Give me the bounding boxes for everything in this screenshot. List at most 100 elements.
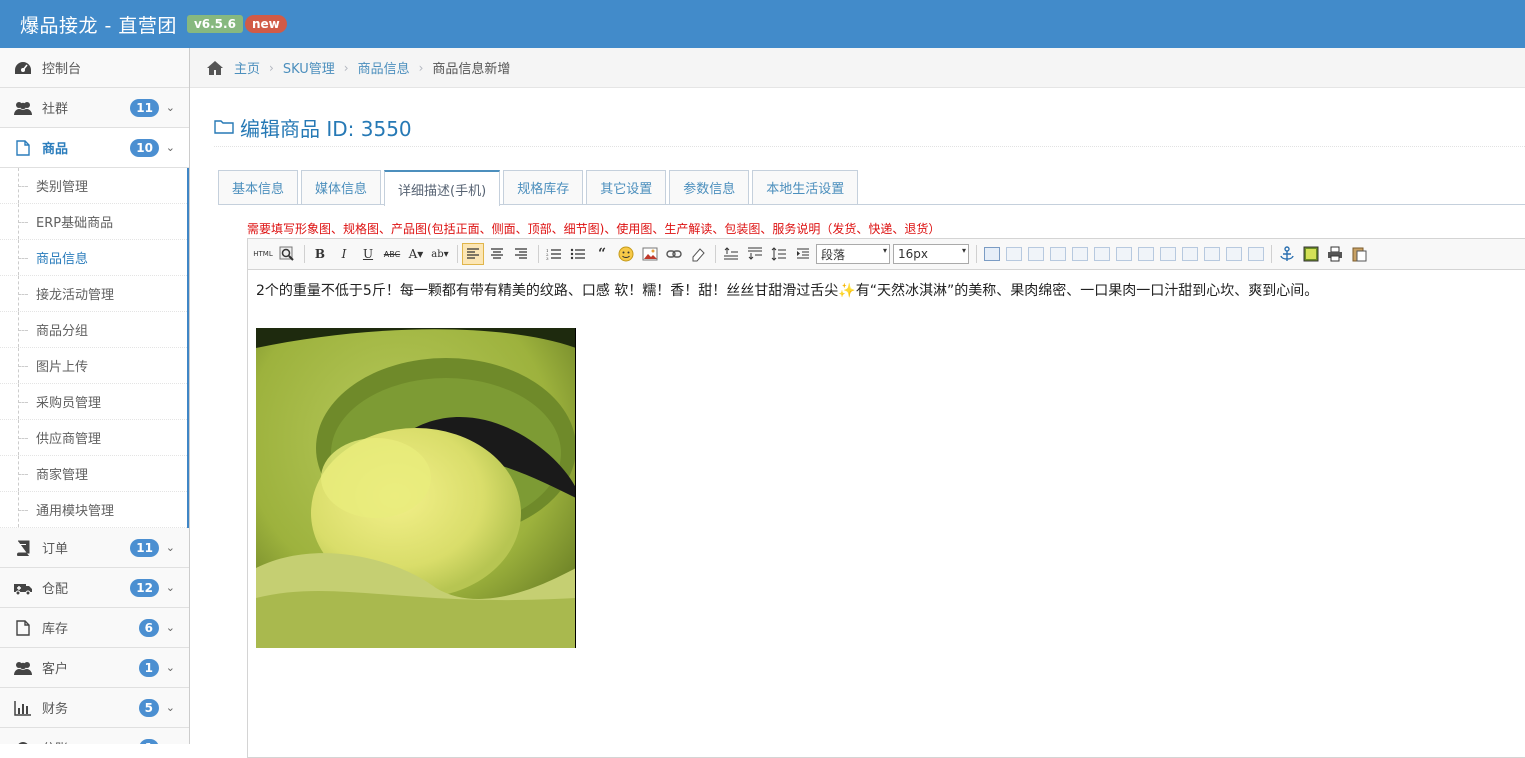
tab-basic-info[interactable]: 基本信息	[218, 170, 299, 204]
sidebar-item-label: 仓配	[42, 582, 69, 597]
bar-chart-icon	[12, 699, 34, 717]
insert-row-icon[interactable]	[1050, 247, 1066, 261]
print-icon[interactable]	[1324, 243, 1346, 265]
emoji-icon[interactable]	[615, 243, 637, 265]
sidebar: 控制台 社群 11 ⌄ 商品 10 ⌄ 类别管理 ERP基础商品 商品信息 接龙…	[0, 48, 190, 744]
svg-text:3: 3	[546, 256, 549, 260]
chevron-down-icon: ⌄	[165, 621, 175, 634]
sidebar-item-label: 财务	[42, 702, 69, 717]
tab-other-settings[interactable]: 其它设置	[586, 170, 667, 204]
align-right-icon[interactable]	[510, 243, 532, 265]
tab-media-info[interactable]: 媒体信息	[301, 170, 382, 204]
delete-table-icon[interactable]	[1006, 247, 1022, 261]
count-badge: 6	[138, 618, 159, 637]
underline-button[interactable]: U	[357, 243, 379, 265]
font-size-select[interactable]: 16px ▾	[893, 244, 969, 264]
submenu-item-merchant[interactable]: 商家管理	[0, 456, 187, 492]
app-title[interactable]: 爆品接龙 - 直营团	[20, 11, 177, 38]
split-rows-icon[interactable]	[1226, 247, 1242, 261]
line-height-icon[interactable]	[768, 243, 790, 265]
sidebar-item-products[interactable]: 商品 10 ⌄	[0, 128, 189, 168]
paragraph-select[interactable]: 段落 ▾	[816, 244, 890, 264]
chevron-down-icon: ⌄	[165, 701, 175, 714]
row-spacing-top-icon[interactable]	[720, 243, 742, 265]
delete-row-icon[interactable]	[1072, 247, 1088, 261]
blockquote-icon[interactable]: “	[591, 243, 613, 265]
count-badge: 10	[130, 138, 159, 157]
strikethrough-button[interactable]: ABC	[381, 243, 403, 265]
row-spacing-bottom-icon[interactable]	[744, 243, 766, 265]
tab-param-info[interactable]: 参数信息	[669, 170, 750, 204]
submenu-item-product-info[interactable]: 商品信息	[0, 240, 189, 276]
ordered-list-icon[interactable]: 123	[543, 243, 565, 265]
sidebar-item-label: 分账	[42, 738, 68, 744]
tab-bar: 基本信息 媒体信息 详细描述(手机) 规格库存 其它设置 参数信息 本地生活设置	[218, 170, 1525, 206]
split-cells-icon[interactable]	[1204, 247, 1220, 261]
sidebar-item-split-account[interactable]: 分账 1 ⌄	[0, 728, 189, 744]
anchor-icon[interactable]	[1276, 243, 1298, 265]
file-icon	[12, 139, 34, 157]
italic-button[interactable]: I	[333, 243, 355, 265]
preview-icon[interactable]	[276, 243, 298, 265]
chevron-down-icon: ⌄	[165, 141, 175, 154]
tab-spec-stock[interactable]: 规格库存	[503, 170, 584, 204]
submenu-item-erp-products[interactable]: ERP基础商品	[0, 204, 187, 240]
breadcrumb-sku-link[interactable]: SKU管理	[283, 58, 335, 77]
unordered-list-icon[interactable]	[567, 243, 589, 265]
breadcrumb: 主页 › SKU管理 › 商品信息 › 商品信息新增	[190, 48, 1525, 88]
sidebar-item-customers[interactable]: 客户 1 ⌄	[0, 648, 189, 688]
submenu-item-supplier[interactable]: 供应商管理	[0, 420, 187, 456]
home-icon	[206, 60, 224, 76]
insert-paragraph-before-table-icon[interactable]	[1028, 247, 1044, 261]
submenu-item-buyer[interactable]: 采购员管理	[0, 384, 187, 420]
indent-icon[interactable]	[792, 243, 814, 265]
breadcrumb-separator: ›	[269, 60, 274, 75]
insert-table-icon[interactable]	[984, 247, 1000, 261]
sidebar-item-label: 库存	[42, 622, 69, 637]
sidebar-item-label: 社群	[42, 102, 69, 117]
sidebar-item-community[interactable]: 社群 11 ⌄	[0, 88, 189, 128]
submenu-item-product-group[interactable]: 商品分组	[0, 312, 187, 348]
chevron-down-icon: ⌄	[165, 581, 175, 594]
merge-cells-icon[interactable]	[1138, 247, 1154, 261]
insert-col-icon[interactable]	[1094, 247, 1110, 261]
sidebar-item-warehouse[interactable]: 仓配 12 ⌄	[0, 568, 189, 608]
delete-col-icon[interactable]	[1116, 247, 1132, 261]
split-cols-icon[interactable]	[1248, 247, 1264, 261]
link-icon[interactable]	[663, 243, 685, 265]
product-photo[interactable]	[256, 328, 576, 648]
highlight-color-button[interactable]: ab▾	[429, 243, 451, 265]
tab-detail-mobile[interactable]: 详细描述(手机)	[384, 170, 501, 206]
font-color-button[interactable]: A▾	[405, 243, 427, 265]
bold-button[interactable]: B	[309, 243, 331, 265]
submenu-item-category[interactable]: 类别管理	[0, 168, 187, 204]
merge-right-icon[interactable]	[1160, 247, 1176, 261]
count-badge: 11	[130, 98, 159, 117]
insert-image-icon[interactable]	[1300, 243, 1322, 265]
book-icon	[12, 539, 34, 557]
page-header: 编辑商品 ID: 3550	[214, 108, 1525, 147]
submenu-item-image-upload[interactable]: 图片上传	[0, 348, 187, 384]
required-hint: 需要填写形象图、规格图、产品图(包括正面、侧面、顶部、细节图)、使用图、生产解读…	[247, 222, 941, 236]
submenu-item-common-module[interactable]: 通用模块管理	[0, 492, 187, 528]
breadcrumb-home-link[interactable]: 主页	[234, 58, 260, 77]
breadcrumb-product-info-link[interactable]: 商品信息	[358, 58, 410, 77]
align-left-icon[interactable]	[462, 243, 484, 265]
eraser-icon[interactable]	[687, 243, 709, 265]
tab-local-life-settings[interactable]: 本地生活设置	[752, 170, 859, 204]
align-center-icon[interactable]	[486, 243, 508, 265]
paste-icon[interactable]	[1348, 243, 1370, 265]
count-badge: 1	[138, 738, 159, 744]
count-badge: 11	[130, 538, 159, 557]
editor-content[interactable]: 2个的重量不低于5斤！每一颗都有带有精美的纹路、口感 软！糯！香！甜！丝丝甘甜滑…	[248, 270, 1525, 658]
submenu-item-relay-activity[interactable]: 接龙活动管理	[0, 276, 187, 312]
sidebar-item-orders[interactable]: 订单 11 ⌄	[0, 528, 189, 568]
sidebar-item-inventory[interactable]: 库存 6 ⌄	[0, 608, 189, 648]
sidebar-item-finance[interactable]: 财务 5 ⌄	[0, 688, 189, 728]
page-title: 编辑商品 ID: 3550	[240, 116, 412, 141]
html-source-button[interactable]: HTML	[252, 243, 274, 265]
sidebar-item-dashboard[interactable]: 控制台	[0, 48, 189, 88]
image-icon[interactable]	[639, 243, 661, 265]
new-badge: new	[244, 15, 287, 33]
merge-down-icon[interactable]	[1182, 247, 1198, 261]
